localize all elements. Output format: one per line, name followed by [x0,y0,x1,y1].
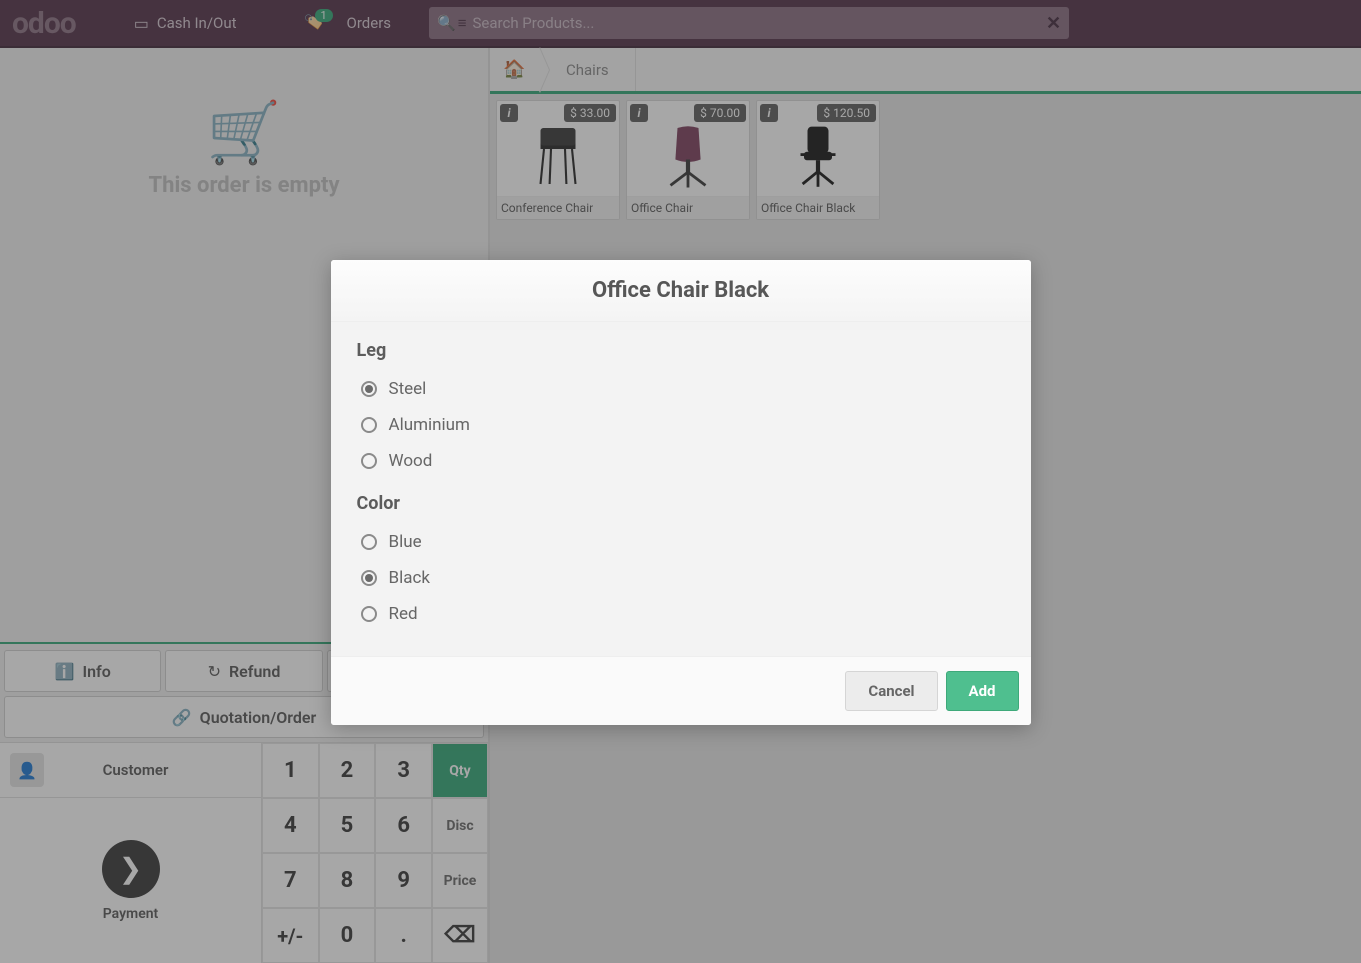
radio-icon [361,381,377,397]
attribute-name: Leg [357,340,1005,361]
option-label: Black [389,568,431,588]
attribute-name: Color [357,493,1005,514]
add-button[interactable]: Add [946,671,1019,711]
dialog-body: Leg Steel Aluminium Wood Color [331,322,1031,656]
option-label: Red [389,604,418,624]
option-color-black[interactable]: Black [357,560,1005,596]
radio-icon [361,534,377,550]
option-leg-steel[interactable]: Steel [357,371,1005,407]
attribute-group-leg: Leg Steel Aluminium Wood [357,340,1005,479]
radio-icon [361,606,377,622]
radio-icon [361,570,377,586]
radio-icon [361,453,377,469]
radio-icon [361,417,377,433]
modal-overlay[interactable]: Office Chair Black Leg Steel Aluminium W… [0,0,1361,963]
option-color-blue[interactable]: Blue [357,524,1005,560]
option-label: Blue [389,532,422,552]
attribute-group-color: Color Blue Black Red [357,493,1005,632]
option-color-red[interactable]: Red [357,596,1005,632]
product-config-dialog: Office Chair Black Leg Steel Aluminium W… [331,260,1031,725]
option-label: Aluminium [389,415,470,435]
option-label: Wood [389,451,433,471]
dialog-title: Office Chair Black [331,260,1031,322]
option-leg-aluminium[interactable]: Aluminium [357,407,1005,443]
cancel-button[interactable]: Cancel [845,671,937,711]
option-label: Steel [389,379,427,399]
dialog-footer: Cancel Add [331,656,1031,725]
option-leg-wood[interactable]: Wood [357,443,1005,479]
